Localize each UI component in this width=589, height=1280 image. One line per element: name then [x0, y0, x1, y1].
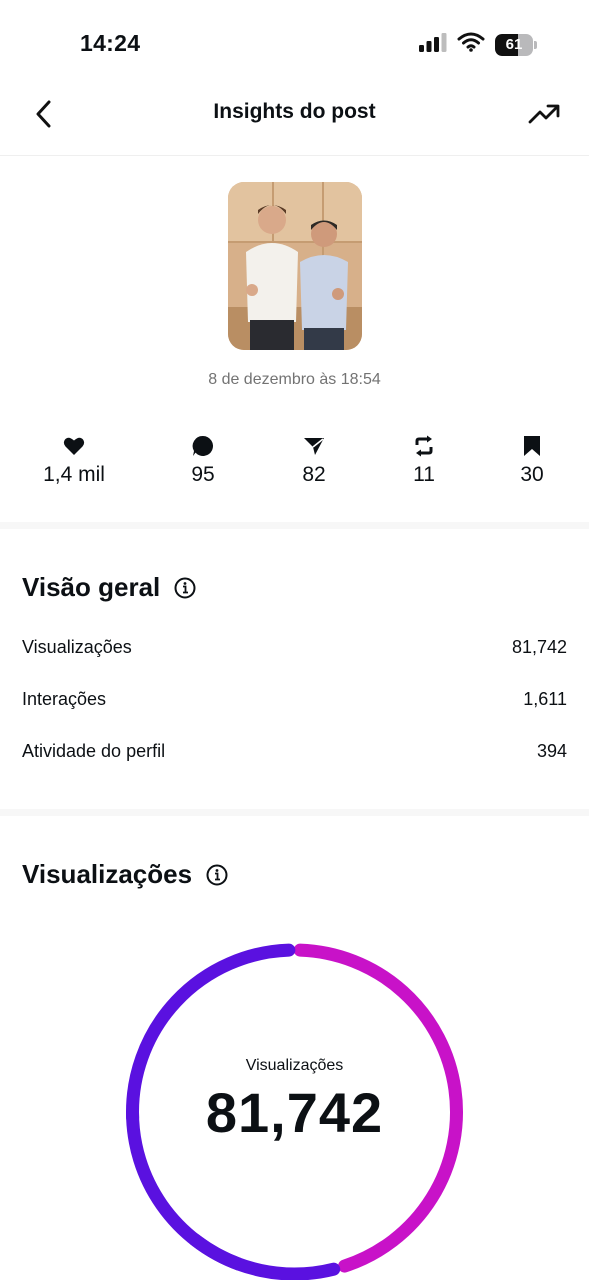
overview-section-title: Visão geral	[22, 572, 196, 603]
saves-count: 30	[520, 463, 544, 486]
status-time: 14:24	[80, 30, 141, 56]
views-title: Visualizações	[22, 859, 193, 889]
metric-shares[interactable]: 82	[264, 432, 364, 487]
metric-comments[interactable]: 95	[153, 432, 253, 487]
header: Insights do post	[0, 88, 589, 156]
post-photo	[228, 182, 362, 350]
post-metrics: 1,4 mil 95 82 11 30	[0, 432, 589, 492]
section-divider	[0, 809, 589, 816]
info-icon[interactable]	[174, 577, 196, 599]
trending-up-icon	[528, 104, 560, 124]
donut-label: Visualizações	[245, 1057, 344, 1074]
overview-title: Visão geral	[22, 572, 161, 602]
trending-button[interactable]	[527, 98, 561, 130]
post-date: 8 de dezembro às 18:54	[208, 371, 381, 388]
section-divider	[0, 522, 589, 529]
overview-row-interactions: Interações 1,611	[22, 689, 567, 710]
shares-count: 82	[302, 463, 326, 486]
overview-row-value: 1,611	[523, 689, 567, 709]
share-icon	[304, 438, 324, 455]
overview-row-label: Interações	[22, 689, 107, 709]
page-title: Insights do post	[213, 100, 376, 123]
cellular-signal-icon	[419, 32, 447, 57]
overview-row-value: 394	[536, 741, 567, 761]
status-icons: 61	[419, 32, 537, 57]
heart-icon	[63, 437, 85, 455]
info-icon[interactable]	[206, 864, 228, 886]
wifi-icon	[457, 32, 485, 57]
save-icon	[524, 436, 540, 456]
battery-icon: 61	[495, 33, 537, 56]
likes-count: 1,4 mil	[43, 463, 105, 486]
repost-icon	[415, 435, 433, 457]
views-section-title: Visualizações	[22, 859, 228, 890]
battery-level: 61	[505, 35, 523, 53]
metric-reposts[interactable]: 11	[374, 432, 474, 487]
overview-row-profile-activity: Atividade do perfil 394	[22, 741, 567, 762]
reposts-count: 11	[413, 463, 435, 486]
overview-row-views: Visualizações 81,742	[22, 637, 567, 658]
overview-row-label: Atividade do perfil	[22, 741, 166, 761]
post-thumbnail[interactable]	[228, 182, 362, 350]
metric-saves[interactable]: 30	[482, 432, 582, 487]
status-bar: 14:24 61	[0, 0, 589, 88]
comment-icon	[192, 435, 214, 456]
overview-row-label: Visualizações	[22, 637, 132, 657]
overview-row-value: 81,742	[511, 637, 567, 657]
metric-likes[interactable]: 1,4 mil	[24, 432, 124, 487]
comments-count: 95	[191, 463, 215, 486]
donut-value: 81,742	[205, 1081, 384, 1144]
